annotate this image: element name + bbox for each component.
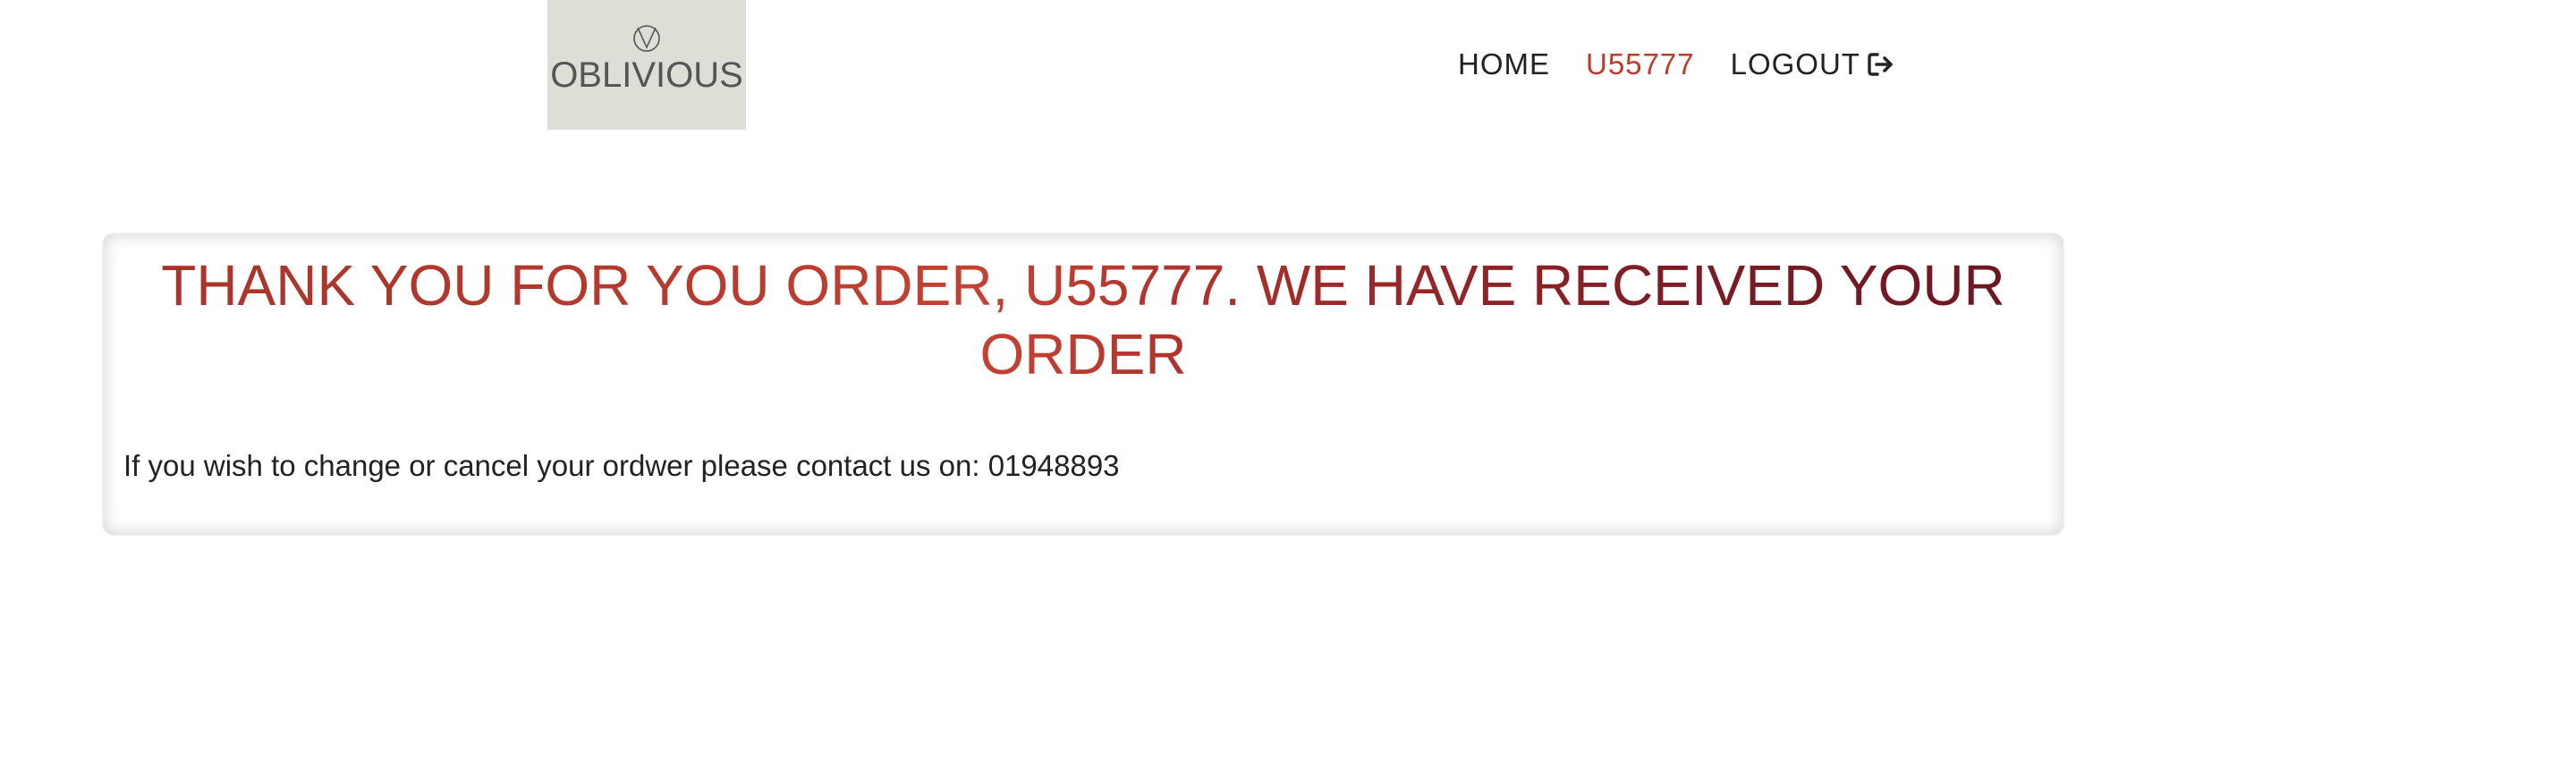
sign-out-icon xyxy=(1868,53,1893,76)
confirmation-title: THANK YOU FOR YOU ORDER, U55777. WE HAVE… xyxy=(103,251,2063,389)
main-nav: HOME U55777 LOGOUT xyxy=(1458,43,1896,86)
contact-message: If you wish to change or cancel your ord… xyxy=(123,449,1120,482)
nav-home-link[interactable]: HOME xyxy=(1458,43,1550,86)
v-circle-logo-icon xyxy=(633,25,660,52)
nav-user-link[interactable]: U55777 xyxy=(1586,43,1695,86)
nav-logout-label: LOGOUT xyxy=(1730,47,1860,80)
site-header: OBLIVIOUS HOME U55777 LOGOUT xyxy=(0,0,2576,134)
nav-logout-link[interactable]: LOGOUT xyxy=(1731,43,1896,86)
order-confirmation-panel: THANK YOU FOR YOU ORDER, U55777. WE HAVE… xyxy=(103,233,2063,535)
brand-logo-text: OBLIVIOUS xyxy=(550,55,743,95)
brand-logo[interactable]: OBLIVIOUS xyxy=(547,0,746,130)
